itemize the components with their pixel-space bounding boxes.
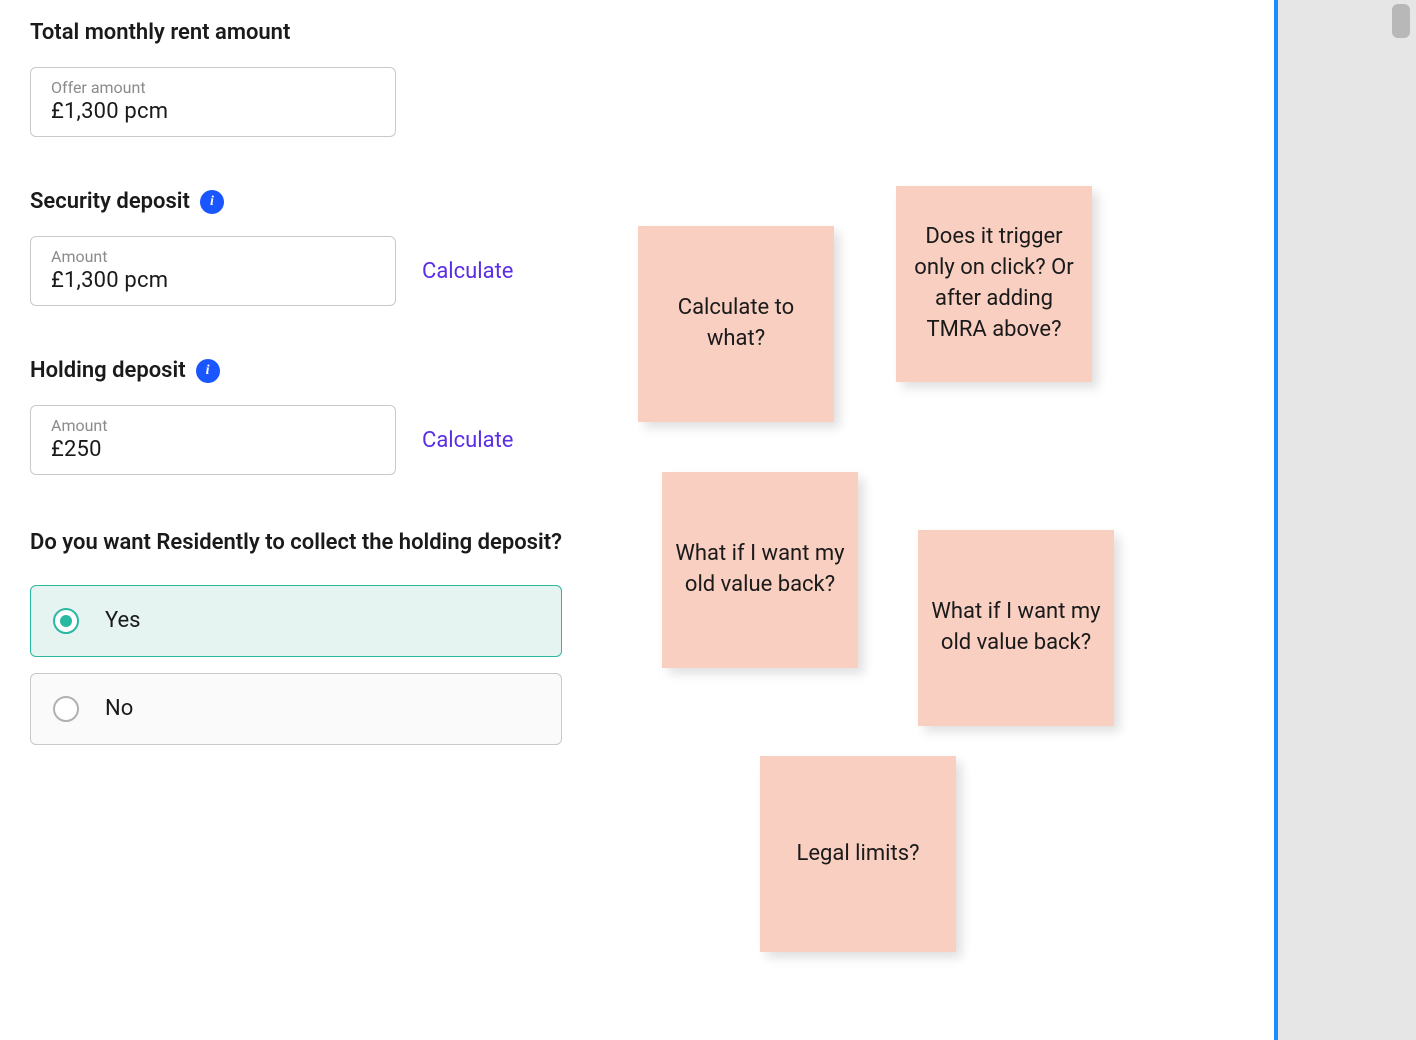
sticky-note[interactable]: Legal limits? — [760, 756, 956, 952]
design-canvas: Total monthly rent amount Offer amount £… — [0, 0, 1416, 1040]
calculate-security-button[interactable]: Calculate — [422, 259, 513, 284]
holding-deposit-input[interactable]: Amount £250 — [30, 405, 396, 475]
sticky-note[interactable]: Calculate to what? — [638, 226, 834, 422]
holding-deposit-value: £250 — [51, 437, 375, 462]
holding-deposit-heading-text: Holding deposit — [30, 358, 186, 383]
rent-amount-input[interactable]: Offer amount £1,300 pcm — [30, 67, 396, 137]
holding-deposit-label: Amount — [51, 416, 375, 435]
security-deposit-heading-text: Security deposit — [30, 189, 190, 214]
sticky-note[interactable]: What if I want my old value back? — [662, 472, 858, 668]
security-deposit-label: Amount — [51, 247, 375, 266]
rent-heading: Total monthly rent amount — [30, 20, 590, 45]
sticky-note[interactable]: Does it trigger only on click? Or after … — [896, 186, 1092, 382]
security-deposit-value: £1,300 pcm — [51, 268, 375, 293]
form-area: Total monthly rent amount Offer amount £… — [30, 20, 590, 797]
security-deposit-input[interactable]: Amount £1,300 pcm — [30, 236, 396, 306]
calculate-holding-button[interactable]: Calculate — [422, 428, 513, 453]
info-icon[interactable]: i — [200, 190, 224, 214]
right-panel — [1278, 0, 1416, 1040]
info-icon[interactable]: i — [196, 359, 220, 383]
radio-option-yes-label: Yes — [105, 608, 141, 633]
radio-indicator-icon — [53, 608, 79, 634]
security-deposit-heading: Security deposit i — [30, 189, 590, 214]
sticky-note[interactable]: What if I want my old value back? — [918, 530, 1114, 726]
collect-question-group: Do you want Residently to collect the ho… — [30, 527, 590, 745]
radio-indicator-icon — [53, 696, 79, 722]
security-deposit-group: Security deposit i Amount £1,300 pcm Cal… — [30, 189, 590, 306]
rent-amount-label: Offer amount — [51, 78, 375, 97]
rent-field-group: Total monthly rent amount Offer amount £… — [30, 20, 590, 137]
radio-option-no-label: No — [105, 696, 133, 721]
radio-option-no[interactable]: No — [30, 673, 562, 745]
radio-option-yes[interactable]: Yes — [30, 585, 562, 657]
holding-deposit-group: Holding deposit i Amount £250 Calculate — [30, 358, 590, 475]
rent-amount-value: £1,300 pcm — [51, 99, 375, 124]
scrollbar-thumb[interactable] — [1392, 4, 1410, 38]
holding-deposit-heading: Holding deposit i — [30, 358, 590, 383]
collect-question-text: Do you want Residently to collect the ho… — [30, 527, 590, 559]
